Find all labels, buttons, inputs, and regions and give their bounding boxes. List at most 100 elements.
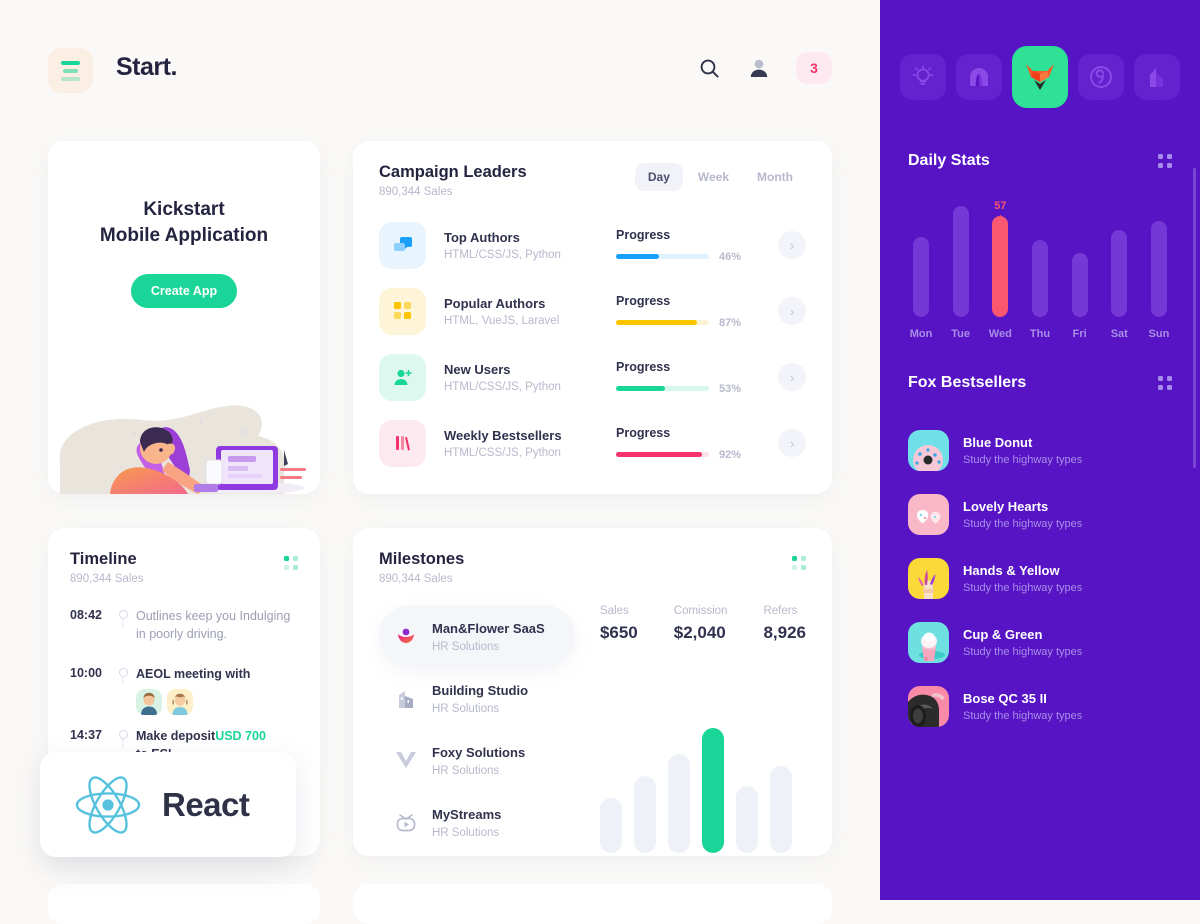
list-item[interactable]: Building Studio HR Solutions	[379, 667, 580, 729]
table-row[interactable]: Weekly Bestsellers HTML/CSS/JS, Python P…	[379, 410, 806, 476]
item-name: Blue Donut	[963, 434, 1033, 450]
milestones-stats: Sales $650 Comission $2,040 Refers 8,926	[580, 605, 806, 643]
menu-icon[interactable]	[48, 48, 93, 93]
grid-dots-icon[interactable]	[284, 556, 298, 570]
fox-icon[interactable]	[1012, 46, 1068, 108]
svg-text:+: +	[118, 465, 122, 472]
milestones-bar-chart	[599, 728, 810, 853]
progress-track	[616, 254, 709, 259]
row-name: Top Authors	[444, 229, 520, 245]
books-icon	[379, 419, 426, 467]
item-sub: HR Solutions	[432, 640, 500, 653]
timeline-time: 14:37	[70, 728, 102, 742]
tv-play-icon	[393, 811, 419, 833]
item-text: Lovely Hearts Study the highway types	[963, 499, 1082, 530]
row-arrow-icon[interactable]: ›	[778, 297, 806, 325]
list-item[interactable]: 08:42 Outlines keep you Indulging in poo…	[70, 607, 298, 653]
table-row[interactable]: New Users HTML/CSS/JS, Python Progress 5…	[379, 344, 806, 410]
campaign-rows: Top Authors HTML/CSS/JS, Python Progress…	[379, 212, 806, 476]
milestones-header: Milestones 890,344 Sales	[379, 550, 806, 585]
daily-stats-bar-chart: 57	[908, 192, 1172, 317]
progress-label: Progress	[616, 227, 671, 242]
chart-bar	[1111, 229, 1128, 317]
row-tags: HTML/CSS/JS, Python	[444, 380, 561, 393]
row-text: Top Authors HTML/CSS/JS, Python	[444, 230, 616, 261]
developer-at-desk-illustration: + + +	[59, 405, 306, 494]
list-item[interactable]: Man&Flower SaaS HR Solutions	[379, 605, 575, 667]
item-name: Lovely Hearts	[963, 498, 1049, 514]
progress-bar: 92%	[616, 449, 756, 461]
list-item[interactable]: Blue Donut Study the highway types	[908, 418, 1172, 482]
brand-title: Start.	[116, 53, 177, 81]
item-text: Man&Flower SaaS HR Solutions	[432, 620, 545, 653]
create-app-button[interactable]: Create App	[131, 274, 237, 308]
list-item[interactable]: Foxy Solutions HR Solutions	[379, 729, 580, 791]
grid-dots-icon[interactable]	[792, 556, 806, 570]
avatar	[167, 689, 193, 715]
item-text: Blue Donut Study the highway types	[963, 435, 1082, 466]
menu-line	[61, 76, 80, 81]
react-card[interactable]: React	[40, 752, 296, 857]
notification-badge[interactable]: 3	[796, 52, 832, 84]
timeline-text-label: AEOL meeting with	[136, 667, 251, 681]
lovely-hearts-thumb	[908, 493, 949, 535]
kickstart-title-line2: Mobile Application	[99, 225, 269, 246]
row-arrow-icon[interactable]: ›	[778, 429, 806, 457]
page-title: Campaign Leaders	[379, 163, 527, 181]
milestones-list: Man&Flower SaaS HR Solutions Building St…	[379, 605, 580, 853]
list-item[interactable]: Lovely Hearts Study the highway types	[908, 482, 1172, 546]
progress-label: Progress	[616, 293, 671, 308]
list-item[interactable]: Bose QC 35 II Study the highway types	[908, 674, 1172, 738]
item-sub: HR Solutions	[432, 826, 500, 839]
chart-bar	[633, 775, 656, 853]
item-text: Building Studio HR Solutions	[432, 682, 528, 715]
chat-bubbles-icon	[379, 221, 426, 269]
stat-comission: Comission $2,040	[674, 605, 728, 643]
search-icon[interactable]	[696, 55, 722, 81]
daily-stats-section: Daily Stats 57 Mon Tue Wed Thu Fri Sat S…	[880, 152, 1200, 340]
item-sub: HR Solutions	[432, 764, 500, 777]
row-arrow-icon[interactable]: ›	[778, 363, 806, 391]
tab-week[interactable]: Week	[685, 163, 742, 191]
grid-dots-icon[interactable]	[1158, 376, 1172, 390]
item-name: Hands & Yellow	[963, 562, 1060, 578]
list-item[interactable]: 10:00 AEOL meeting with	[70, 665, 298, 715]
avatar-group	[136, 689, 193, 715]
grid-dots-icon[interactable]	[1158, 154, 1172, 168]
blue-donut-thumb	[908, 429, 949, 471]
milestones-card: Milestones 890,344 Sales Man&Flower SaaS…	[353, 528, 832, 856]
table-row[interactable]: Popular Authors HTML, VueJS, Laravel Pro…	[379, 278, 806, 344]
list-item[interactable]: Hands & Yellow Study the highway types	[908, 546, 1172, 610]
bestsellers-header: Fox Bestsellers	[908, 374, 1172, 392]
bulb-icon[interactable]	[900, 54, 946, 100]
row-text: Popular Authors HTML, VueJS, Laravel	[444, 296, 616, 327]
nine-icon[interactable]	[1078, 54, 1124, 100]
user-icon[interactable]	[746, 55, 772, 81]
table-row[interactable]: Top Authors HTML/CSS/JS, Python Progress…	[379, 212, 806, 278]
row-tags: HTML/CSS/JS, Python	[444, 446, 561, 459]
tab-month[interactable]: Month	[744, 163, 806, 191]
x-tick-label: Sun	[1148, 328, 1170, 340]
building-icon	[393, 687, 419, 709]
row-progress: Progress 87%	[616, 294, 756, 329]
react-label: React	[162, 785, 250, 823]
item-text: Hands & Yellow Study the highway types	[963, 563, 1082, 594]
row-arrow-icon[interactable]: ›	[778, 231, 806, 259]
chart-bar	[735, 785, 758, 853]
timeline-time: 08:42	[70, 608, 102, 622]
tower-icon[interactable]	[1134, 54, 1180, 100]
progress-percent: 87%	[719, 316, 742, 329]
list-item[interactable]: Cup & Green Study the highway types	[908, 610, 1172, 674]
progress-percent: 53%	[719, 382, 742, 395]
list-item[interactable]: MyStreams HR Solutions	[379, 791, 580, 853]
tab-day[interactable]: Day	[634, 163, 683, 191]
progress-label: Progress	[616, 425, 671, 440]
bose-qc-thumb	[908, 685, 949, 727]
campaign-subtitle: 890,344 Sales	[379, 186, 453, 198]
arch-icon[interactable]	[956, 54, 1002, 100]
kickstart-card: Kickstart Mobile Application Create App	[48, 141, 320, 494]
item-sub: Study the highway types	[963, 709, 1083, 722]
progress-bar: 53%	[616, 383, 756, 395]
panel-scrollbar[interactable]	[1193, 168, 1196, 468]
chart-column	[1146, 192, 1172, 317]
